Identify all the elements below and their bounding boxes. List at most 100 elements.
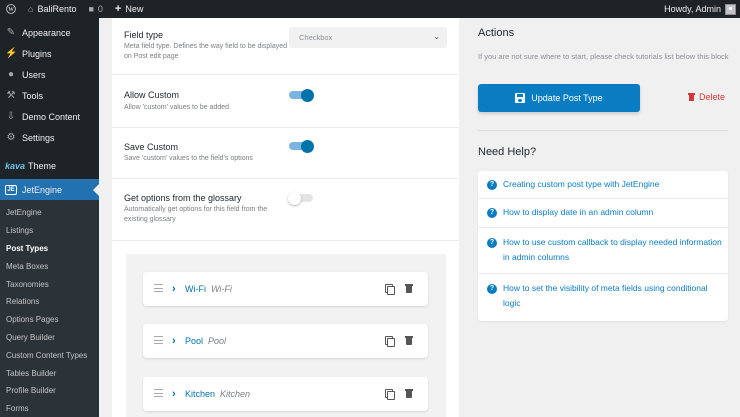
sidebar-item-plugins[interactable]: ⚡ Plugins <box>0 43 99 64</box>
save-custom-label: Save Custom <box>124 142 179 152</box>
sidebar-item-label: Tools <box>22 90 44 101</box>
help-link[interactable]: ? How to use custom callback to display … <box>478 228 728 274</box>
comments-link[interactable]: ■ 0 <box>82 0 108 18</box>
submenu-item[interactable]: Options Pages <box>0 311 99 329</box>
new-content-link[interactable]: + New <box>109 0 149 18</box>
submenu-item[interactable]: Relations <box>0 293 99 311</box>
admin-sidebar: ✎ Appearance ⚡ Plugins ● Users ⚒ Tools ⇩… <box>0 18 99 417</box>
chevron-right-icon[interactable]: › <box>172 335 176 347</box>
account-menu[interactable]: Howdy, Admin <box>658 0 740 18</box>
help-links-box: ? Creating custom post type with JetEngi… <box>478 171 728 321</box>
plug-icon: ⚡ <box>5 48 18 59</box>
comment-icon: ■ <box>88 4 94 14</box>
option-subtitle: Wi-Fi <box>211 284 232 294</box>
download-icon: ⇩ <box>6 111 16 122</box>
wordpress-logo-icon[interactable]: W <box>0 0 22 18</box>
submenu-item[interactable]: Forms <box>0 400 99 417</box>
sidebar-item-label: Theme <box>28 160 57 171</box>
copy-icon[interactable] <box>385 284 395 295</box>
glossary-desc: Automatically get options for this field… <box>124 206 268 223</box>
field-type-select[interactable]: Checkbox ⌄ <box>289 27 447 48</box>
jetengine-submenu: JetEngine Listings Post Types Meta Boxes… <box>0 200 99 417</box>
field-type-value: Checkbox <box>299 33 333 42</box>
field-type-row: Field type Meta field type. Defines the … <box>112 18 459 75</box>
help-icon: ? <box>487 180 497 190</box>
comments-count: 0 <box>97 4 103 14</box>
toggle-knob <box>301 88 314 102</box>
svg-text:W: W <box>8 7 14 13</box>
sidebar-item-users[interactable]: ● Users <box>0 64 99 85</box>
site-name-link[interactable]: ⌂ BaliRento <box>22 0 82 18</box>
chevron-right-icon[interactable]: › <box>172 283 176 295</box>
field-type-desc: Meta field type. Defines the way field t… <box>124 43 288 60</box>
help-link[interactable]: ? How to set the visibility of meta fiel… <box>478 274 728 321</box>
help-link[interactable]: ? Creating custom post type with JetEngi… <box>478 171 728 199</box>
chevron-right-icon[interactable]: › <box>172 388 176 400</box>
drag-handle-icon[interactable] <box>154 389 163 397</box>
save-custom-row: Save Custom Save 'custom' values to the … <box>112 128 459 179</box>
option-title-text: Wi-Fi <box>185 284 206 294</box>
glossary-toggle[interactable] <box>288 191 313 205</box>
help-link-text[interactable]: How to display date in an admin column <box>503 205 723 220</box>
trash-icon[interactable] <box>405 336 413 345</box>
allow-custom-toggle[interactable] <box>289 88 314 102</box>
option-title-text: Pool <box>185 336 204 346</box>
kava-logo: kava <box>5 160 26 171</box>
trash-icon[interactable] <box>405 284 413 293</box>
option-title: Pool Pool <box>185 336 226 346</box>
repeater-item[interactable]: › Wi-Fi Wi-Fi <box>143 272 428 306</box>
option-subtitle: Pool <box>208 336 227 346</box>
copy-icon[interactable] <box>385 389 395 400</box>
drag-handle-icon[interactable] <box>154 284 163 292</box>
sidebar-item-demo-content[interactable]: ⇩ Demo Content <box>0 106 99 127</box>
repeater-item[interactable]: › Kitchen Kitchen <box>143 377 428 411</box>
help-link-text[interactable]: How to use custom callback to display ne… <box>503 235 723 265</box>
chevron-down-icon: ⌄ <box>433 32 440 41</box>
help-link[interactable]: ? How to display date in an admin column <box>478 199 728 228</box>
submenu-item[interactable]: Profile Builder <box>0 382 99 400</box>
trash-icon[interactable] <box>405 389 413 398</box>
new-label: New <box>125 4 144 14</box>
divider <box>478 130 728 131</box>
sidebar-item-theme[interactable]: kava Theme <box>0 155 99 176</box>
option-title-text: Kitchen <box>185 389 216 399</box>
settings-icon: ⚙ <box>6 132 16 143</box>
save-custom-toggle[interactable] <box>289 139 314 153</box>
wrench-icon: ⚒ <box>6 90 16 101</box>
sidebar-item-appearance[interactable]: ✎ Appearance <box>0 22 99 43</box>
help-icon: ? <box>487 208 497 218</box>
meta-field-settings: Field type Meta field type. Defines the … <box>112 18 459 417</box>
submenu-item[interactable]: Custom Content Types <box>0 346 99 364</box>
help-link-text[interactable]: Creating custom post type with JetEngine <box>503 177 723 192</box>
sidebar-item-tools[interactable]: ⚒ Tools <box>0 85 99 106</box>
option-title: Wi-Fi Wi-Fi <box>185 284 232 294</box>
home-icon: ⌂ <box>28 4 34 14</box>
brush-icon: ✎ <box>6 27 16 38</box>
actions-panel: Actions If you are not sure where to sta… <box>459 18 740 417</box>
sidebar-item-label: Users <box>22 69 46 80</box>
sidebar-item-label: JetEngine <box>22 184 63 195</box>
trash-icon <box>688 93 695 101</box>
submenu-item[interactable]: Meta Boxes <box>0 257 99 275</box>
sidebar-item-jetengine[interactable]: JE JetEngine <box>0 179 99 200</box>
delete-button[interactable]: Delete <box>688 92 725 102</box>
submenu-item[interactable]: Taxonomies <box>0 275 99 293</box>
update-post-type-button[interactable]: Update Post Type <box>478 84 640 112</box>
sidebar-item-settings[interactable]: ⚙ Settings <box>0 127 99 148</box>
repeater-item[interactable]: › Pool Pool <box>143 324 428 358</box>
submenu-item[interactable]: Query Builder <box>0 329 99 347</box>
sidebar-item-label: Plugins <box>22 48 52 59</box>
delete-label: Delete <box>699 92 726 102</box>
copy-icon[interactable] <box>385 336 395 347</box>
submenu-item[interactable]: Listings <box>0 222 99 240</box>
submenu-item[interactable]: JetEngine <box>0 204 99 222</box>
allow-custom-desc: Allow 'custom' values to be added <box>124 104 230 111</box>
submenu-item[interactable]: Tables Builder <box>0 364 99 382</box>
save-icon <box>515 93 526 103</box>
submenu-item-active[interactable]: Post Types <box>0 240 99 258</box>
toggle-knob <box>288 191 301 205</box>
save-custom-desc: Save 'custom' values to the field's opti… <box>124 155 253 162</box>
help-link-text[interactable]: How to set the visibility of meta fields… <box>503 281 723 311</box>
drag-handle-icon[interactable] <box>154 336 163 344</box>
avatar <box>725 3 736 15</box>
